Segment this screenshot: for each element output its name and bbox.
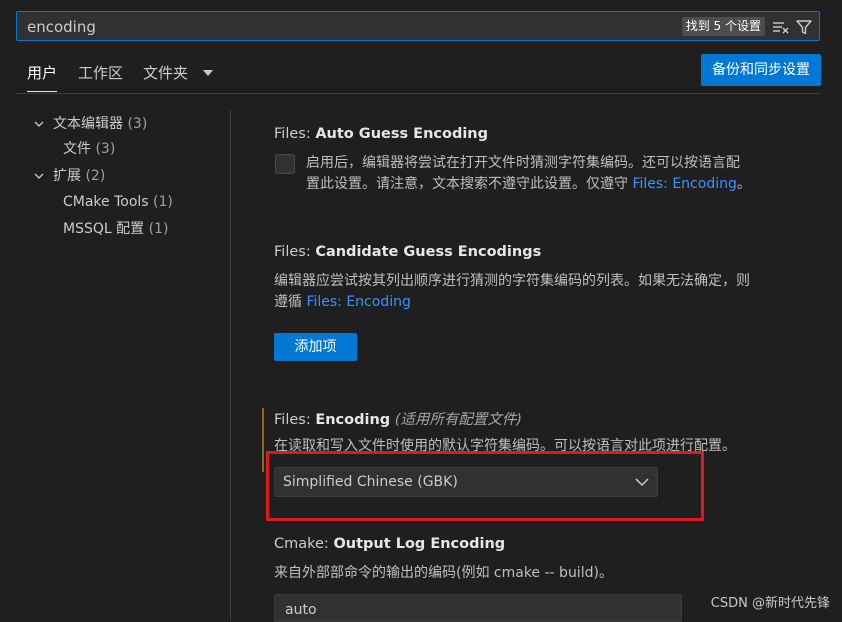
cmake-encoding-input[interactable] [274,594,682,622]
desc-line: 编辑器应尝试按其列出顺序进行猜测的字符集编码的列表。如果无法确定，则 [274,273,750,289]
toc-count: (1) [148,221,169,237]
files-encoding-link[interactable]: Files: Encoding [306,294,410,310]
toc-count: (3) [95,141,116,157]
setting-name: Encoding [315,412,391,428]
desc-end: 。 [736,176,751,192]
toc-divider [230,110,231,619]
setting-category: Files: [274,126,316,142]
setting-category: Files: [274,412,316,428]
settings-search-box[interactable]: 找到 5 个设置 [16,11,820,42]
setting-category: Cmake: [274,536,334,552]
tab-workspace[interactable]: 工作区 [78,56,123,90]
toc-label: 文件 [63,141,91,157]
setting-title-auto-guess: Files: Auto Guess Encoding [274,126,488,142]
chevron-down-icon [34,173,44,179]
cmake-encoding-field[interactable] [283,601,667,619]
setting-title-cmake: Cmake: Output Log Encoding [274,536,505,552]
toc-label: 文本编辑器 [53,116,123,132]
tab-user-label: 用户 [27,64,58,82]
setting-title-candidate: Files: Candidate Guess Encodings [274,244,541,260]
setting-name: Output Log Encoding [333,536,506,552]
setting-desc-cmake: 来自外部部命令的输出的编码(例如 cmake -- build)。 [274,565,613,581]
add-item-button[interactable]: 添加项 [274,333,357,361]
highlight-annotation-box [266,451,704,521]
setting-name: Auto Guess Encoding [315,126,489,142]
modified-indicator [262,408,264,472]
tab-folder[interactable]: 文件夹 [143,56,188,90]
chevron-down-icon [34,121,44,127]
folder-dropdown-icon[interactable] [202,68,214,78]
toc-count: (1) [153,194,173,210]
desc-line: 遵循 [274,294,307,310]
toc-label: CMake Tools [63,194,149,210]
header-divider [16,93,821,94]
watermark: CSDN @新时代先锋 [710,596,830,611]
active-tab-underline [27,91,58,92]
toc-label: MSSQL 配置 [63,221,145,237]
setting-name: Candidate Guess Encodings [315,244,542,260]
clear-filter-icon[interactable] [771,18,789,36]
filter-icon[interactable] [795,18,813,36]
toc-item-mssql[interactable]: MSSQL 配置 (1) [63,218,168,240]
desc-line: 启用后，编辑器将尝试在打开文件时猜测字符集编码。还可以按语言配 [306,155,740,171]
tab-workspace-label: 工作区 [78,64,124,82]
desc-line: 置此设置。请注意，文本搜索不遵守此设置。仅遵守 [306,176,633,192]
setting-category: Files: [274,244,316,260]
toc-label: 扩展 [53,168,81,184]
toc-item-files[interactable]: 文件 (3) [63,138,115,160]
setting-desc-auto-guess: 启用后，编辑器将尝试在打开文件时猜测字符集编码。还可以按语言配 置此设置。请注意… [306,153,806,195]
tab-folder-label: 文件夹 [143,64,189,82]
setting-title-encoding: Files: Encoding (适用所有配置文件) [274,408,522,429]
toc-count: (2) [85,168,106,184]
settings-search-input[interactable] [25,12,669,42]
toc-count: (3) [127,116,148,132]
toc-item-text-editor[interactable]: 文本编辑器 (3) [33,113,147,135]
search-result-count: 找到 5 个设置 [681,17,765,36]
backup-sync-settings-button[interactable]: 备份和同步设置 [701,54,821,86]
auto-guess-checkbox[interactable] [275,154,295,174]
tab-user[interactable]: 用户 [27,56,58,92]
files-encoding-link[interactable]: Files: Encoding [632,176,736,192]
toc-item-cmake-tools[interactable]: CMake Tools (1) [63,191,173,213]
setting-scope: (适用所有配置文件) [394,412,523,428]
setting-desc-candidate: 编辑器应尝试按其列出顺序进行猜测的字符集编码的列表。如果无法确定，则 遵循 Fi… [274,271,810,313]
toc-item-extensions[interactable]: 扩展 (2) [33,165,105,187]
